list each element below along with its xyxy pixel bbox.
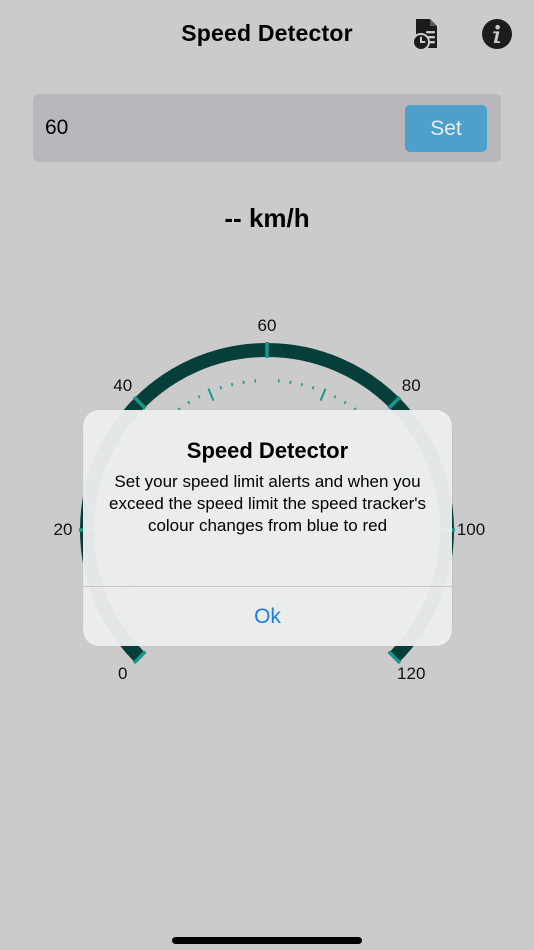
alert-dialog: Speed Detector Set your speed limit aler… [83,410,452,646]
alert-title: Speed Detector [186,438,349,463]
gauge-label-100: 100 [456,520,486,539]
gauge-minor-tick [300,382,304,387]
gauge-mid-tick [319,388,327,402]
gauge-minor-tick [333,395,337,399]
gauge-minor-tick [219,386,223,390]
gauge-mid-tick [207,388,215,402]
gauge-minor-tick [187,400,191,405]
home-indicator [172,937,362,944]
gauge-minor-tick [343,400,347,405]
app-screen: Speed Detector Set [0,0,534,950]
gauge-minor-tick [197,395,201,399]
gauge-label-120: 120 [397,664,426,684]
alert-message: Set your speed limit alerts and when you… [109,472,426,535]
gauge-minor-tick [311,386,315,390]
gauge-label-0: 0 [118,664,128,684]
alert-ok-button[interactable]: Ok [83,587,452,646]
gauge-label-40: 40 [113,375,133,395]
gauge-label-80: 80 [401,375,421,395]
gauge-minor-tick [230,382,234,387]
gauge-label-60: 60 [257,316,277,335]
gauge-label-20: 20 [53,520,73,539]
